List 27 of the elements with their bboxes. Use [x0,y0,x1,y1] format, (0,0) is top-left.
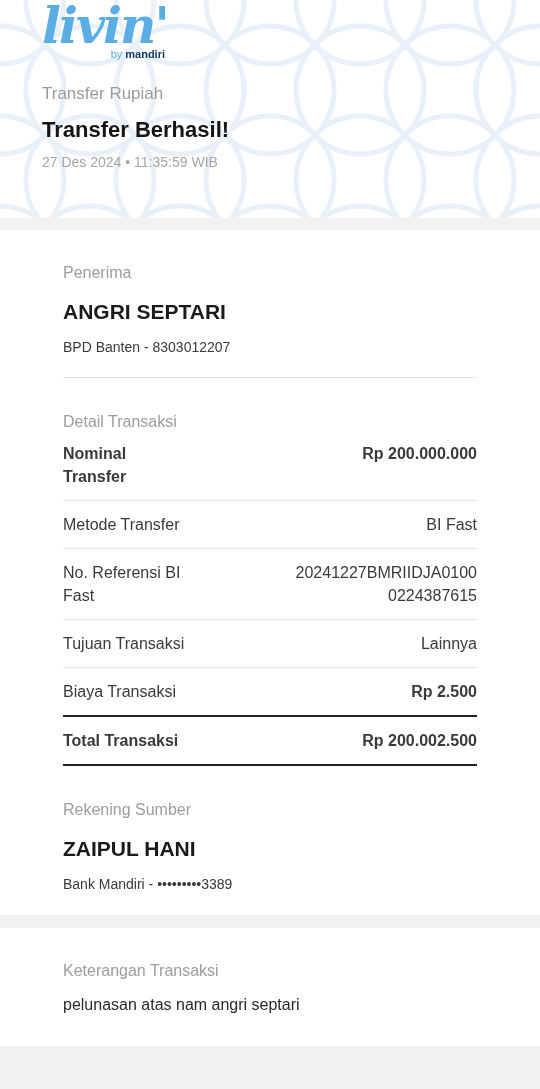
account-name: ZAIPUL HANI [63,836,197,862]
row-value: 0224387615 [388,586,477,606]
row-label: Metode Transfer [63,515,181,535]
logo-brand-text: mandiri [125,48,165,61]
page-title: Transfer Berhasil! [42,116,231,144]
row-value: 20241227BMRIIDJA0100 [295,563,477,583]
timestamp-text: 27 Des 2024 • 11:35:59 WIB [42,153,219,171]
account-detail: Bank Mandiri - •••••••••3389 [63,875,234,893]
row-value: Rp 200.000.000 [362,444,477,464]
row-label: Biaya Transaksi [63,682,177,702]
row-label: Tujuan Transaksi [63,634,186,654]
logo-by-text: by [110,48,123,61]
row-value: BI Fast [426,515,477,535]
account-detail: BPD Banten - 8303012207 [63,338,232,356]
section-label: Penerima [63,263,133,283]
row-value: Lainnya [420,634,477,654]
row-value: Rp 2.500 [411,682,477,702]
row-label: No. Referensi BI Fast [63,563,182,606]
section-label: Detail Transaksi [63,412,178,432]
account-name: ANGRI SEPTARI [63,299,227,325]
row-label: Total Transaksi [63,731,180,751]
row-label: Nominal Transfer [63,444,128,487]
section-label: Keterangan Transaksi [63,961,220,981]
row-value: Rp 200.002.500 [362,731,477,751]
category-label: Transfer Rupiah [42,83,165,105]
note-text: pelunasan atas nam angri septari [63,995,301,1015]
section-label: Rekening Sumber [63,800,193,820]
